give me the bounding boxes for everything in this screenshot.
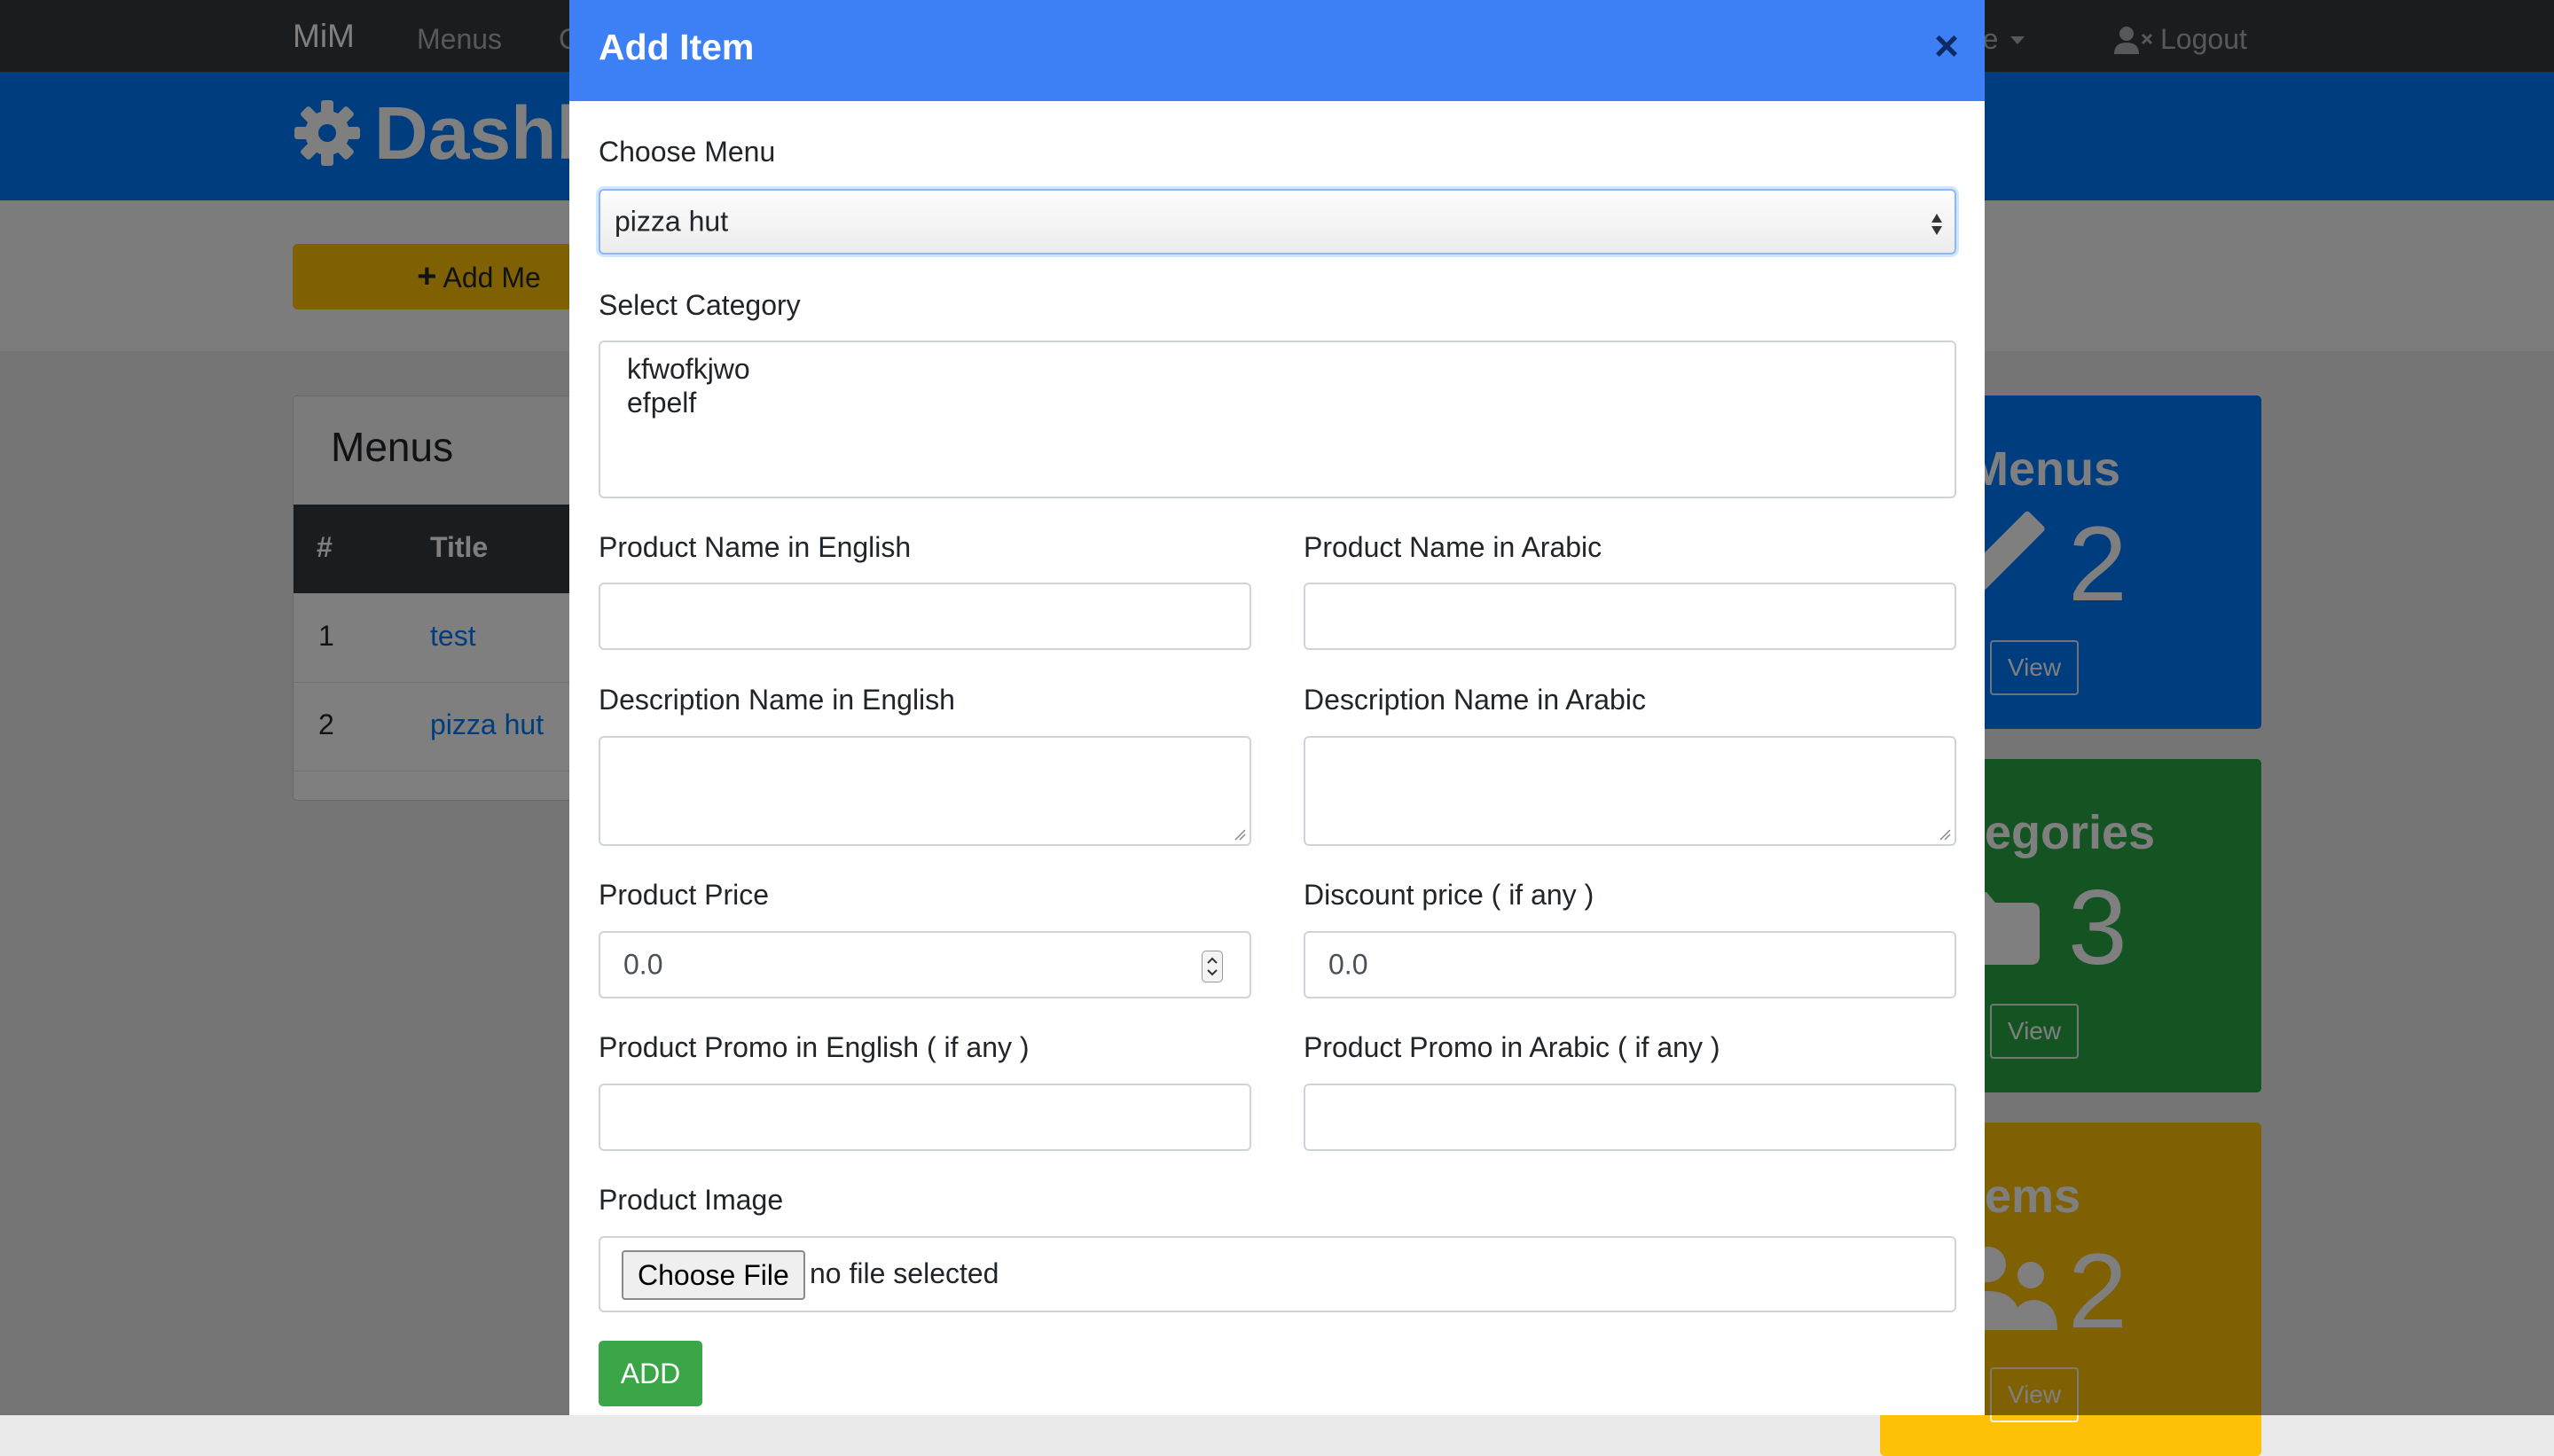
description-ar-textarea[interactable] bbox=[1304, 736, 1956, 846]
description-ar-label: Description Name in Arabic bbox=[1304, 684, 1646, 716]
category-listbox[interactable]: kfwofkjwo efpelf bbox=[599, 341, 1956, 498]
select-arrows-icon bbox=[1931, 214, 1942, 235]
close-icon[interactable]: × bbox=[1924, 25, 1969, 69]
modal-header: Add Item × bbox=[569, 0, 1985, 101]
modal-title: Add Item bbox=[599, 27, 755, 67]
product-price-value: 0.0 bbox=[623, 948, 663, 981]
choose-menu-selected: pizza hut bbox=[615, 205, 729, 238]
product-name-ar-label: Product Name in Arabic bbox=[1304, 531, 1602, 563]
promo-en-label: Product Promo in English ( if any ) bbox=[599, 1031, 1030, 1063]
promo-ar-input[interactable] bbox=[1304, 1084, 1956, 1151]
add-button[interactable]: ADD bbox=[599, 1341, 702, 1406]
promo-en-input[interactable] bbox=[599, 1084, 1251, 1151]
product-price-label: Product Price bbox=[599, 879, 770, 911]
choose-menu-label: Choose Menu bbox=[599, 136, 776, 168]
choose-file-button[interactable]: Choose File bbox=[622, 1250, 805, 1300]
add-item-modal: Add Item × Choose Menu pizza hut Select … bbox=[569, 0, 1985, 1415]
resize-grip-icon[interactable] bbox=[1939, 828, 1951, 841]
discount-price-value: 0.0 bbox=[1328, 948, 1368, 981]
select-category-label: Select Category bbox=[599, 289, 801, 321]
category-option[interactable]: efpelf bbox=[627, 387, 696, 419]
description-en-label: Description Name in English bbox=[599, 684, 955, 716]
promo-ar-label: Product Promo in Arabic ( if any ) bbox=[1304, 1031, 1720, 1063]
resize-grip-icon[interactable] bbox=[1234, 828, 1246, 841]
discount-price-label: Discount price ( if any ) bbox=[1304, 879, 1594, 911]
discount-price-input[interactable]: 0.0 bbox=[1304, 931, 1956, 998]
product-name-en-input[interactable] bbox=[599, 583, 1251, 650]
choose-menu-select[interactable]: pizza hut bbox=[599, 189, 1956, 254]
product-name-ar-input[interactable] bbox=[1304, 583, 1956, 650]
category-option[interactable]: kfwofkjwo bbox=[627, 353, 750, 386]
product-name-en-label: Product Name in English bbox=[599, 531, 912, 563]
product-image-file-input[interactable]: Choose File no file selected bbox=[599, 1236, 1956, 1312]
product-image-label: Product Image bbox=[599, 1184, 784, 1216]
file-status-text: no file selected bbox=[810, 1257, 999, 1289]
number-spinner-icon[interactable] bbox=[1202, 951, 1223, 982]
description-en-textarea[interactable] bbox=[599, 736, 1251, 846]
product-price-input[interactable]: 0.0 bbox=[599, 931, 1251, 998]
